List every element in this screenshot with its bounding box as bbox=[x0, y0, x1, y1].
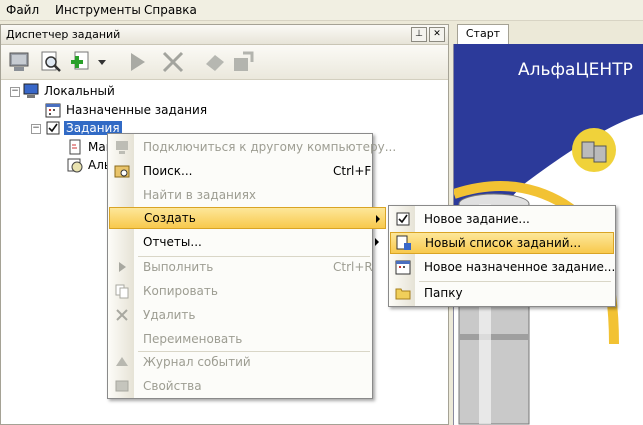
submenu-arrow-icon bbox=[375, 238, 379, 246]
copy-icon bbox=[115, 284, 129, 299]
menu-item-label: Папку bbox=[424, 286, 463, 300]
menu-item-shortcut: Ctrl+F bbox=[333, 164, 372, 178]
menu-item-event-log[interactable]: Журнал событий bbox=[109, 351, 371, 373]
submenu-arrow-icon bbox=[376, 215, 380, 223]
menu-item-create[interactable]: Создать bbox=[109, 207, 386, 229]
create-submenu: Новое задание... Новый список заданий...… bbox=[388, 205, 616, 307]
menu-item-copy[interactable]: Копировать bbox=[109, 280, 371, 302]
tab-start[interactable]: Старт bbox=[457, 24, 509, 44]
menu-item-label: Найти в заданиях bbox=[143, 188, 257, 202]
menu-item-rename[interactable]: Переименовать bbox=[109, 328, 371, 350]
collapse-toggle[interactable]: − bbox=[31, 124, 41, 134]
menu-item-label: Создать bbox=[144, 211, 196, 225]
toolbar bbox=[1, 45, 448, 80]
calendar-icon bbox=[45, 103, 61, 117]
connect-computer-icon bbox=[116, 141, 128, 154]
computer-icon bbox=[23, 83, 39, 98]
export-icon bbox=[234, 51, 254, 71]
task-list-icon bbox=[396, 235, 411, 250]
menu-tools[interactable]: Инструменты bbox=[55, 3, 141, 17]
add-icon[interactable] bbox=[69, 50, 93, 74]
event-log-icon bbox=[116, 357, 128, 366]
menu-item-label: Подключиться к другому компьютеру... bbox=[143, 140, 397, 154]
panel-title-bar: Диспетчер заданий ⊥ ✕ bbox=[1, 25, 448, 45]
menu-help[interactable]: Справка bbox=[144, 3, 197, 17]
tree-item-label: Локальный bbox=[44, 83, 115, 98]
menu-item-label: Переименовать bbox=[143, 332, 243, 346]
properties-icon bbox=[115, 380, 129, 392]
eraser-icon bbox=[206, 55, 224, 71]
tree-item-local[interactable]: Локальный bbox=[23, 82, 117, 99]
tree-item-scheduled[interactable]: Назначенные задания bbox=[45, 101, 209, 118]
menu-item-properties[interactable]: Свойства bbox=[109, 375, 371, 397]
menu-item-label: Удалить bbox=[143, 308, 196, 322]
checkbox-icon bbox=[46, 121, 60, 134]
play-icon bbox=[131, 53, 145, 71]
chevron-down-icon[interactable] bbox=[95, 50, 109, 74]
close-icon[interactable]: ✕ bbox=[429, 27, 445, 42]
menu-item-reports[interactable]: Отчеты... bbox=[109, 231, 379, 253]
calendar-icon bbox=[395, 260, 411, 275]
submenu-item-folder[interactable]: Папку bbox=[390, 282, 614, 304]
panel-title: Диспетчер заданий bbox=[6, 28, 121, 41]
submenu-item-new-task[interactable]: Новое задание... bbox=[390, 208, 614, 230]
folder-icon bbox=[395, 288, 411, 300]
menu-item-label: Поиск... bbox=[143, 164, 193, 178]
tree-item-label: Назначенные задания bbox=[66, 102, 208, 117]
submenu-item-new-scheduled-task[interactable]: Новое назначенное задание... bbox=[390, 256, 616, 278]
menu-item-find-in-tasks[interactable]: Найти в заданиях bbox=[109, 184, 371, 206]
search-icon[interactable] bbox=[39, 50, 63, 74]
context-menu: Подключиться к другому компьютеру... Пои… bbox=[107, 133, 396, 399]
collapse-toggle[interactable]: − bbox=[10, 87, 20, 97]
menu-item-label: Новый список заданий... bbox=[425, 236, 582, 250]
menu-item-label: Отчеты... bbox=[143, 235, 202, 249]
search-icon bbox=[114, 165, 130, 178]
document-icon bbox=[69, 139, 81, 154]
start-heading: АльфаЦЕНТР bbox=[518, 60, 633, 80]
menu-item-shortcut: Ctrl+R bbox=[333, 260, 373, 274]
submenu-item-new-task-list[interactable]: Новый список заданий... bbox=[390, 232, 614, 254]
menu-item-label: Свойства bbox=[143, 379, 202, 393]
menu-item-label: Новое назначенное задание... bbox=[424, 260, 616, 274]
checkbox-icon bbox=[396, 212, 410, 226]
menu-item-label: Журнал событий bbox=[143, 355, 251, 369]
task-clock-icon bbox=[67, 158, 83, 172]
menu-file[interactable]: Файл bbox=[6, 3, 39, 17]
menu-item-label: Новое задание... bbox=[424, 212, 530, 226]
delete-icon bbox=[162, 51, 184, 73]
play-icon bbox=[119, 262, 126, 272]
menu-item-label: Копировать bbox=[143, 284, 218, 298]
menu-item-connect[interactable]: Подключиться к другому компьютеру... bbox=[109, 136, 396, 158]
menu-item-run[interactable]: Выполнить Ctrl+R bbox=[109, 256, 373, 278]
menu-item-delete[interactable]: Удалить bbox=[109, 304, 371, 326]
pin-icon[interactable]: ⊥ bbox=[411, 27, 427, 42]
connect-computer-icon[interactable] bbox=[7, 50, 31, 74]
menu-item-search[interactable]: Поиск... Ctrl+F bbox=[109, 160, 371, 182]
delete-icon bbox=[116, 309, 128, 321]
menu-bar: Файл Инструменты Справка bbox=[0, 0, 643, 21]
menu-item-label: Выполнить bbox=[143, 260, 214, 274]
